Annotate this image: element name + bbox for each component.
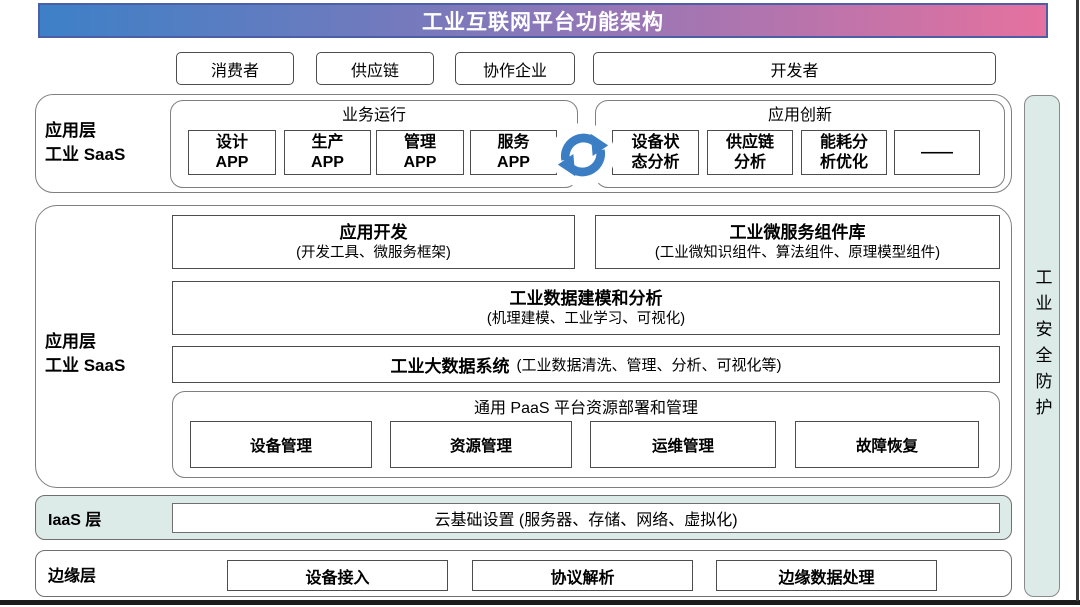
big-data-system-subtitle: (工业数据清洗、管理、分析、可视化等) xyxy=(517,354,782,375)
edge-box-device-access: 设备接入 xyxy=(227,560,448,591)
edge-box-edge-data-processing: 边缘数据处理 xyxy=(716,560,937,591)
business-operation-title-text: 业务运行 xyxy=(342,101,406,125)
app-box-service: 服务 APP xyxy=(470,130,557,175)
paas-layer-label: 应用层 工业 SaaS xyxy=(45,330,170,378)
actor-developer: 开发者 xyxy=(593,52,996,85)
app-box-management-label: 管理 APP xyxy=(404,133,437,173)
microservice-library-box: 工业微服务组件库 (工业微知识组件、算法组件、原理模型组件) xyxy=(595,215,1000,269)
innovation-box-supply-chain-analysis-label: 供应链 分析 xyxy=(726,133,774,173)
innovation-box-placeholder: —— xyxy=(894,130,980,175)
paas-management-title-text: 通用 PaaS 平台资源部署和管理 xyxy=(474,394,698,418)
microservice-library-subtitle: (工业微知识组件、算法组件、原理模型组件) xyxy=(655,244,940,263)
app-box-management: 管理 APP xyxy=(376,130,464,175)
mgmt-box-fault-recovery-label: 故障恢复 xyxy=(856,434,918,456)
edge-box-device-access-label: 设备接入 xyxy=(305,564,369,588)
application-innovation-title-text: 应用创新 xyxy=(768,101,832,125)
saas-layer-label: 应用层 工业 SaaS xyxy=(45,119,170,167)
mgmt-box-fault-recovery: 故障恢复 xyxy=(795,421,979,468)
business-operation-title: 业务运行 xyxy=(170,103,578,123)
app-development-title: 应用开发 xyxy=(340,222,408,244)
application-innovation-title: 应用创新 xyxy=(595,103,1005,123)
big-data-system-title: 工业大数据系统 xyxy=(391,352,510,377)
app-box-design-label: 设计 APP xyxy=(216,133,249,173)
app-box-service-label: 服务 APP xyxy=(497,133,530,173)
actor-consumer-label: 消费者 xyxy=(211,57,259,81)
innovation-box-device-status: 设备状 态分析 xyxy=(612,130,699,175)
iaas-layer-label: IaaS 层 xyxy=(48,495,101,540)
actor-supply-chain-label: 供应链 xyxy=(351,57,399,81)
actor-supply-chain: 供应链 xyxy=(316,52,434,85)
app-box-production: 生产 APP xyxy=(284,130,371,175)
innovation-box-supply-chain-analysis: 供应链 分析 xyxy=(707,130,793,175)
app-development-box: 应用开发 (开发工具、微服务框架) xyxy=(172,215,575,269)
innovation-box-energy-optimization: 能耗分 析优化 xyxy=(801,130,887,175)
app-development-subtitle: (开发工具、微服务框架) xyxy=(296,244,451,263)
edge-box-edge-data-processing-label: 边缘数据处理 xyxy=(778,564,874,588)
actor-partner-enterprise-label: 协作企业 xyxy=(483,57,547,81)
mgmt-box-resource-label: 资源管理 xyxy=(450,434,512,456)
sync-arrows-icon xyxy=(554,126,612,184)
sync-icon xyxy=(551,123,615,187)
edge-layer-label-text: 边缘层 xyxy=(48,562,96,586)
cloud-infrastructure-label: 云基础设置 (服务器、存储、网络、虚拟化) xyxy=(434,506,737,530)
cloud-infrastructure-box: 云基础设置 (服务器、存储、网络、虚拟化) xyxy=(172,503,1000,533)
app-box-production-label: 生产 APP xyxy=(311,133,344,173)
actor-consumer: 消费者 xyxy=(176,52,294,85)
mgmt-box-resource: 资源管理 xyxy=(390,421,572,468)
microservice-library-title: 工业微服务组件库 xyxy=(730,222,866,244)
edge-layer-label: 边缘层 xyxy=(48,550,96,597)
paas-management-title: 通用 PaaS 平台资源部署和管理 xyxy=(172,395,1000,417)
data-modeling-subtitle: (机理建模、工业学习、可视化) xyxy=(487,310,685,329)
mgmt-box-operations-label: 运维管理 xyxy=(652,434,714,456)
iaas-layer-label-text: IaaS 层 xyxy=(48,506,101,530)
edge-box-protocol-parsing: 协议解析 xyxy=(472,560,693,591)
innovation-box-energy-optimization-label: 能耗分 析优化 xyxy=(820,133,868,173)
data-modeling-box: 工业数据建模和分析 (机理建模、工业学习、可视化) xyxy=(172,281,1000,335)
data-modeling-title: 工业数据建模和分析 xyxy=(510,288,663,310)
industrial-internet-architecture-diagram: 工业互联网平台功能架构 消费者 供应链 协作企业 开发者 应用层 工业 SaaS… xyxy=(0,0,1080,607)
mgmt-box-operations: 运维管理 xyxy=(590,421,776,468)
actor-partner-enterprise: 协作企业 xyxy=(455,52,575,85)
app-box-design: 设计 APP xyxy=(188,130,276,175)
bottom-border-bar xyxy=(0,600,1080,605)
title-banner: 工业互联网平台功能架构 xyxy=(38,3,1048,38)
security-protection-label: 工业安全防护 xyxy=(1030,268,1055,424)
mgmt-box-device: 设备管理 xyxy=(190,421,372,468)
innovation-box-device-status-label: 设备状 态分析 xyxy=(631,133,679,173)
right-border-line xyxy=(1076,0,1079,601)
mgmt-box-device-label: 设备管理 xyxy=(250,434,312,456)
big-data-system-box: 工业大数据系统 (工业数据清洗、管理、分析、可视化等) xyxy=(172,346,1000,383)
page-title: 工业互联网平台功能架构 xyxy=(422,6,664,36)
actor-developer-label: 开发者 xyxy=(770,57,818,81)
security-protection-bar: 工业安全防护 xyxy=(1024,95,1060,597)
innovation-box-placeholder-label: —— xyxy=(921,143,953,163)
edge-box-protocol-parsing-label: 协议解析 xyxy=(550,564,614,588)
